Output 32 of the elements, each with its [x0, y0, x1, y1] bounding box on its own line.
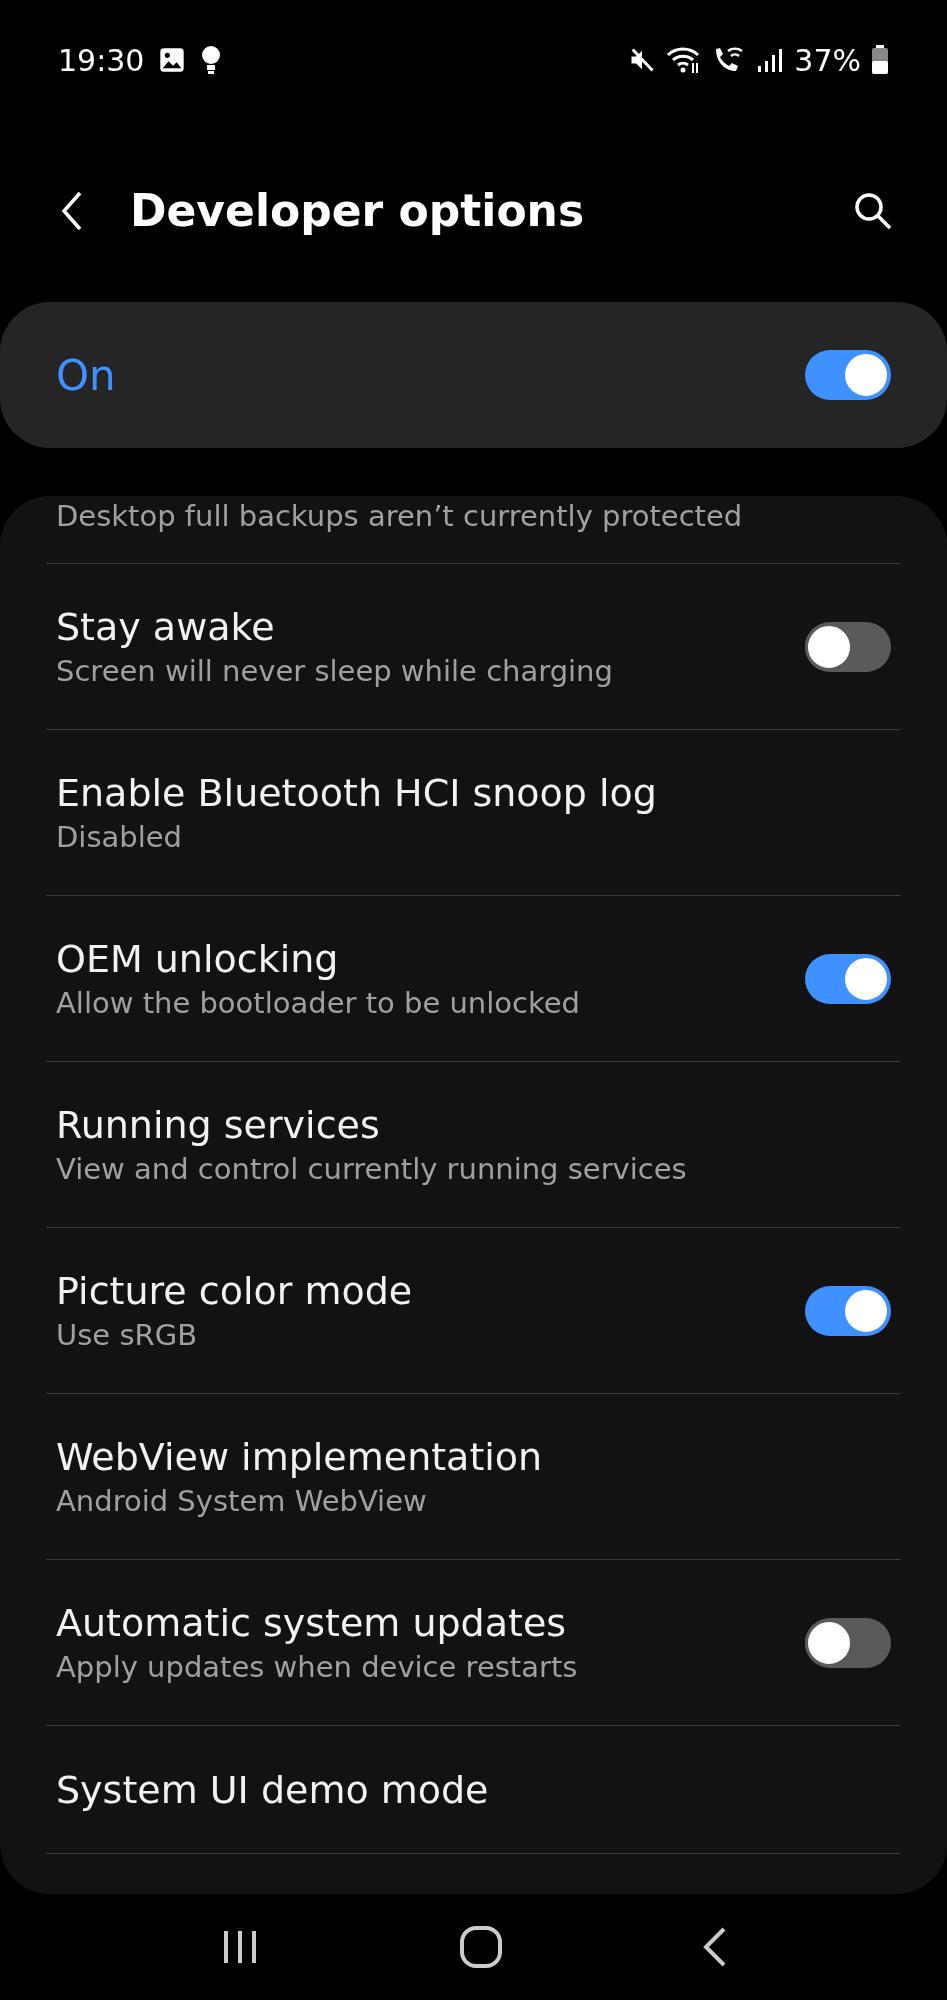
setting-title: Running services: [56, 1101, 381, 1149]
setting-title: Picture color mode: [56, 1267, 414, 1315]
lightbulb-icon: [200, 45, 223, 75]
master-switch-label: On: [56, 349, 116, 402]
master-switch-card[interactable]: On: [0, 302, 947, 448]
setting-title: System UI demo mode: [56, 1766, 490, 1814]
home-icon[interactable]: [458, 1925, 503, 1969]
toggle-switch[interactable]: [805, 350, 891, 400]
toggle-switch[interactable]: [805, 1617, 891, 1668]
setting-summary: Screen will never sleep while charging: [56, 652, 614, 690]
battery-percentage: 37%: [794, 41, 861, 80]
page-title: Developer options: [130, 184, 585, 238]
setting-summary: Desktop full backups aren’t currently protected: [56, 498, 743, 535]
setting-summary: Apply updates when device restarts: [56, 1648, 579, 1686]
setting-title: OEM unlocking: [56, 935, 340, 983]
signal-icon: [756, 46, 785, 74]
toggle-switch[interactable]: [805, 621, 891, 672]
setting-title: Enable Bluetooth HCI snoop log: [56, 769, 658, 817]
setting-summary: Use sRGB: [56, 1316, 199, 1354]
setting-summary: Allow the bootloader to be unlocked: [56, 984, 581, 1022]
battery-icon: [871, 45, 889, 75]
toggle-switch[interactable]: [805, 1285, 891, 1336]
toggle-switch[interactable]: [805, 953, 891, 1004]
setting-summary: View and control currently running services: [56, 1150, 688, 1188]
setting-title: WebView implementation: [56, 1433, 544, 1481]
setting-title: Automatic system updates: [56, 1599, 568, 1647]
setting-summary: Disabled: [56, 818, 183, 856]
clock: 19:30: [58, 41, 145, 80]
back-icon[interactable]: [701, 1927, 728, 1967]
setting-summary: Android System WebView: [56, 1482, 428, 1520]
setting-title: Stay awake: [56, 603, 276, 651]
image-icon: [158, 46, 187, 74]
